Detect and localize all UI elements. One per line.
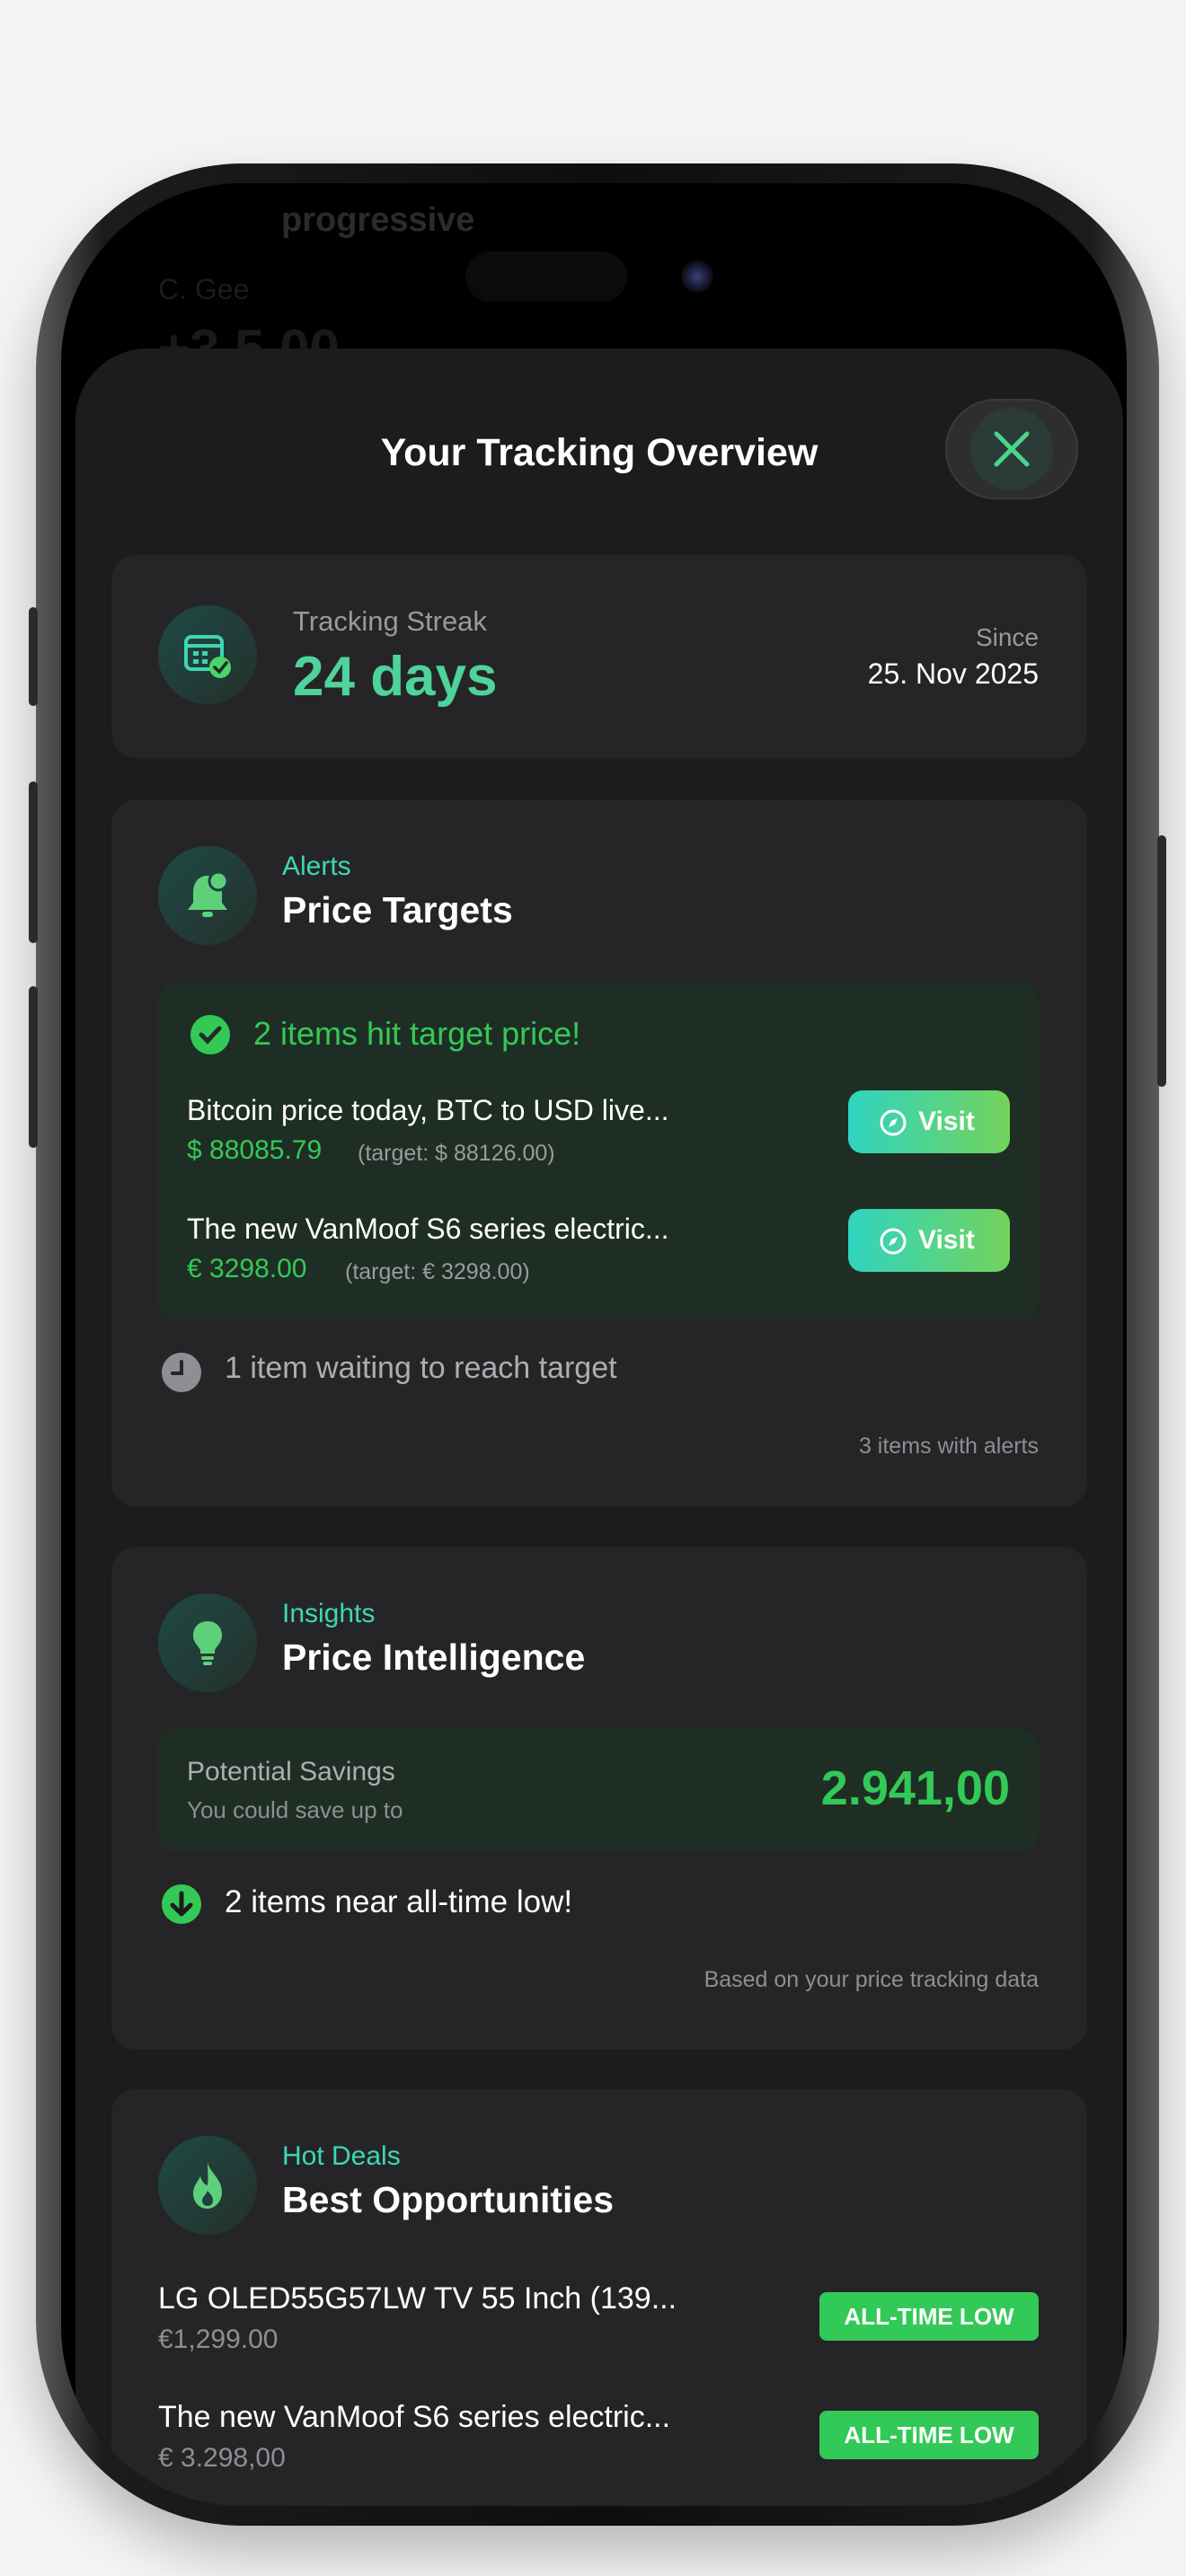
hot-deals-section-label: Hot Deals bbox=[282, 2141, 401, 2171]
alert-item-target: (target: € 3298.00) bbox=[345, 1259, 530, 1284]
deal-item-name: The new VanMoof S6 series electric... bbox=[158, 2400, 671, 2434]
tracking-overview-sheet: Your Tracking Overview Tracking Streak 2… bbox=[75, 348, 1123, 2506]
savings-label: Potential Savings bbox=[187, 1757, 395, 1786]
dynamic-island bbox=[465, 251, 627, 302]
streak-since-date: 25. Nov 2025 bbox=[867, 657, 1039, 690]
visit-button-label: Visit bbox=[918, 1107, 975, 1136]
deal-row[interactable]: The new VanMoof S6 series electric... € … bbox=[158, 2398, 1039, 2488]
deal-item-name: LG OLED55G57LW TV 55 Inch (139... bbox=[158, 2281, 677, 2316]
alerts-section-label: Alerts bbox=[282, 851, 351, 881]
alert-item-row: Bitcoin price today, BTC to USD live... … bbox=[187, 1090, 1013, 1180]
streak-value: 24 days bbox=[293, 646, 498, 708]
near-low-text: 2 items near all-time low! bbox=[225, 1884, 573, 1919]
savings-subtext: You could save up to bbox=[187, 1796, 403, 1823]
insights-title: Price Intelligence bbox=[282, 1636, 586, 1678]
savings-value: 2.941,00 bbox=[820, 1761, 1010, 1815]
all-time-low-badge: ALL-TIME LOW bbox=[819, 2292, 1039, 2341]
background-app-line: C. Gee bbox=[158, 273, 250, 305]
deal-item-price: € 3.298,00 bbox=[158, 2443, 286, 2473]
alert-item-target: (target: $ 88126.00) bbox=[358, 1141, 555, 1166]
calendar-check-icon bbox=[184, 635, 231, 678]
streak-icon-circle bbox=[158, 605, 257, 704]
close-button[interactable] bbox=[970, 408, 1053, 490]
close-icon bbox=[994, 431, 1030, 467]
deal-item-price: €1,299.00 bbox=[158, 2325, 279, 2354]
insights-section-label: Insights bbox=[282, 1599, 376, 1628]
potential-savings-panel: Potential Savings You could save up to 2… bbox=[158, 1728, 1039, 1852]
volume-down-button bbox=[29, 986, 38, 1148]
volume-up-button bbox=[29, 781, 38, 943]
bell-badge-icon bbox=[188, 870, 229, 917]
price-intelligence-card: Insights Price Intelligence Potential Sa… bbox=[111, 1547, 1087, 2050]
action-button bbox=[29, 607, 38, 706]
target-hit-message: 2 items hit target price! bbox=[253, 1015, 581, 1052]
flame-icon bbox=[193, 2162, 222, 2209]
arrow-down-circle-icon bbox=[162, 1884, 201, 1924]
price-targets-card: Alerts Price Targets 2 items hit target … bbox=[111, 799, 1087, 1507]
compass-icon bbox=[880, 1228, 907, 1255]
hot-deals-title: Best Opportunities bbox=[282, 2179, 615, 2220]
lightbulb-icon bbox=[193, 1621, 222, 1665]
all-time-low-badge: ALL-TIME LOW bbox=[819, 2411, 1039, 2459]
alert-item-price: € 3298.00 bbox=[187, 1254, 307, 1284]
clock-icon bbox=[162, 1353, 201, 1392]
close-button-container bbox=[945, 399, 1078, 499]
best-opportunities-card: Hot Deals Best Opportunities LG OLED55G5… bbox=[111, 2089, 1087, 2506]
tracking-streak-card: Tracking Streak 24 days Since 25. Nov 20… bbox=[111, 555, 1087, 758]
alert-item-row: The new VanMoof S6 series electric... € … bbox=[187, 1209, 1013, 1299]
alert-item-name: Bitcoin price today, BTC to USD live... bbox=[187, 1094, 669, 1126]
visit-button-label: Visit bbox=[918, 1225, 975, 1255]
front-camera bbox=[681, 260, 713, 293]
hot-deals-icon-circle bbox=[158, 2136, 257, 2235]
insights-footer: Based on your price tracking data bbox=[704, 1967, 1039, 1992]
target-hit-panel: 2 items hit target price! Bitcoin price … bbox=[158, 983, 1039, 1320]
alert-item-price: $ 88085.79 bbox=[187, 1135, 323, 1165]
alert-item-name: The new VanMoof S6 series electric... bbox=[187, 1213, 669, 1245]
deal-row[interactable]: LG OLED55G57LW TV 55 Inch (139... €1,299… bbox=[158, 2280, 1039, 2369]
checkmark-circle-icon bbox=[190, 1015, 230, 1054]
streak-since-label: Since bbox=[975, 623, 1039, 651]
compass-icon bbox=[880, 1109, 907, 1136]
alerts-footer: 3 items with alerts bbox=[858, 1434, 1039, 1459]
phone-screen: progressive C. Gee +3.5.00 Your Tracking… bbox=[61, 183, 1127, 2506]
waiting-text: 1 item waiting to reach target bbox=[225, 1351, 617, 1385]
alerts-icon-circle bbox=[158, 846, 257, 945]
visit-button[interactable]: Visit bbox=[848, 1090, 1010, 1153]
visit-button[interactable]: Visit bbox=[848, 1209, 1010, 1272]
insights-icon-circle bbox=[158, 1593, 257, 1692]
alerts-title: Price Targets bbox=[282, 889, 513, 931]
background-app-title: progressive bbox=[281, 201, 475, 239]
streak-label: Tracking Streak bbox=[293, 605, 487, 637]
power-button bbox=[1157, 835, 1166, 1087]
